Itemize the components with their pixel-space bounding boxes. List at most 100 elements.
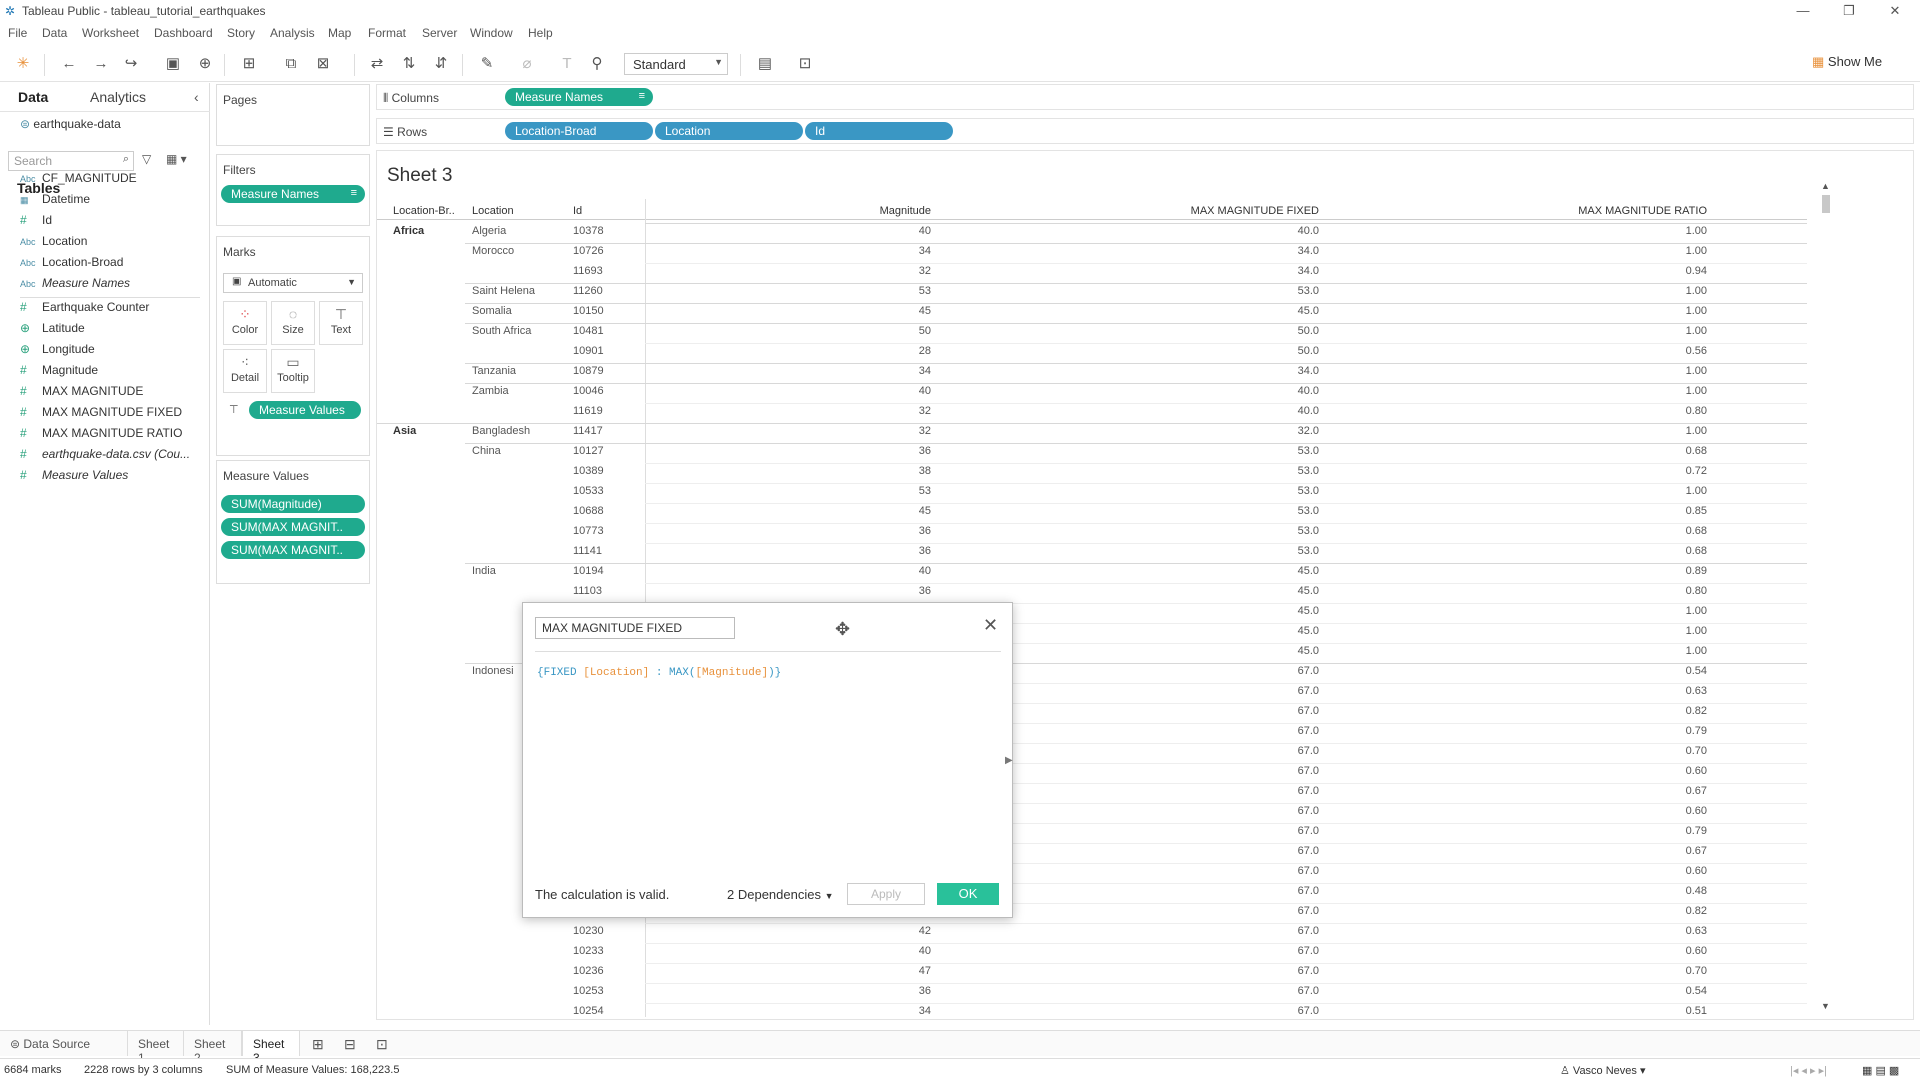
- cell-value[interactable]: 1.00: [1377, 305, 1707, 317]
- cell-location[interactable]: South Africa: [472, 325, 572, 337]
- cell-location-broad[interactable]: Asia: [393, 425, 463, 437]
- field-item[interactable]: # earthquake-data.csv (Cou...: [20, 447, 208, 465]
- cell-location[interactable]: Somalia: [472, 305, 572, 317]
- cell-id[interactable]: 10688: [573, 505, 633, 517]
- header-location-broad[interactable]: Location-Br..: [393, 205, 455, 217]
- text-button[interactable]: ⊤ Text: [319, 301, 363, 345]
- field-item[interactable]: ⊕ Latitude: [20, 321, 208, 339]
- calc-formula-editor[interactable]: {FIXED [Location] : MAX([Magnitude])}: [537, 667, 781, 679]
- cell-id[interactable]: 10773: [573, 525, 633, 537]
- cell-value[interactable]: 0.79: [1377, 725, 1707, 737]
- cell-value[interactable]: 45: [777, 305, 931, 317]
- minimize-icon[interactable]: —: [1788, 2, 1818, 20]
- pages-shelf[interactable]: Pages: [216, 84, 370, 146]
- cell-value[interactable]: 67.0: [1077, 865, 1319, 877]
- cell-location[interactable]: Bangladesh: [472, 425, 572, 437]
- menu-map[interactable]: Map: [328, 26, 351, 40]
- scroll-thumb[interactable]: [1822, 195, 1830, 213]
- cell-value[interactable]: 0.89: [1377, 565, 1707, 577]
- sheet-view-icon[interactable]: ▦ ▤ ▩: [1862, 1064, 1899, 1077]
- color-button[interactable]: ⁘ Color: [223, 301, 267, 345]
- cell-id[interactable]: 10879: [573, 365, 633, 377]
- cell-value[interactable]: 0.82: [1377, 905, 1707, 917]
- calc-name-input[interactable]: MAX MAGNITUDE FIXED: [535, 617, 735, 639]
- cell-id[interactable]: 10533: [573, 485, 633, 497]
- cell-value[interactable]: 1.00: [1377, 225, 1707, 237]
- cell-value[interactable]: 67.0: [1077, 805, 1319, 817]
- cell-value[interactable]: 45.0: [1077, 585, 1319, 597]
- cell-value[interactable]: 67.0: [1077, 705, 1319, 717]
- cell-value[interactable]: 28: [777, 345, 931, 357]
- filter-icon[interactable]: ▽: [142, 152, 151, 166]
- field-item[interactable]: Abc Location-Broad: [20, 255, 208, 273]
- cell-value[interactable]: 34: [777, 1005, 931, 1017]
- new-worksheet-icon[interactable]: ⊞: [238, 54, 260, 74]
- filter-pill-measure-names[interactable]: Measure Names ≡: [221, 185, 365, 203]
- cell-value[interactable]: 36: [777, 985, 931, 997]
- cell-value[interactable]: 1.00: [1377, 625, 1707, 637]
- cell-id[interactable]: 10236: [573, 965, 633, 977]
- menu-server[interactable]: Server: [422, 26, 457, 40]
- mark-type-select[interactable]: ▣ Automatic ▼: [223, 273, 363, 293]
- cell-value[interactable]: 67.0: [1077, 685, 1319, 697]
- cell-value[interactable]: 32.0: [1077, 425, 1319, 437]
- restore-icon[interactable]: ❐: [1834, 2, 1864, 20]
- cell-location-broad[interactable]: Africa: [393, 225, 463, 237]
- cell-value[interactable]: 53: [777, 285, 931, 297]
- filters-shelf[interactable]: Filters Measure Names ≡: [216, 154, 370, 226]
- cell-value[interactable]: 53.0: [1077, 445, 1319, 457]
- cell-value[interactable]: 67.0: [1077, 825, 1319, 837]
- label-icon[interactable]: T: [556, 54, 578, 74]
- cell-value[interactable]: 36: [777, 525, 931, 537]
- cell-id[interactable]: 10901: [573, 345, 633, 357]
- cell-value[interactable]: 45.0: [1077, 625, 1319, 637]
- header-max-magnitude-fixed[interactable]: MAX MAGNITUDE FIXED: [1077, 205, 1319, 217]
- cell-value[interactable]: 0.63: [1377, 685, 1707, 697]
- view-options-icon[interactable]: ▦ ▾: [166, 152, 187, 166]
- cell-value[interactable]: 38: [777, 465, 931, 477]
- cell-value[interactable]: 40: [777, 385, 931, 397]
- mv-pill-max-magnitude-2[interactable]: SUM(MAX MAGNIT..: [221, 541, 365, 559]
- header-magnitude[interactable]: Magnitude: [777, 205, 931, 217]
- cell-id[interactable]: 10726: [573, 245, 633, 257]
- cell-value[interactable]: 53.0: [1077, 465, 1319, 477]
- cell-value[interactable]: 50.0: [1077, 325, 1319, 337]
- menu-help[interactable]: Help: [528, 26, 553, 40]
- cell-value[interactable]: 40.0: [1077, 385, 1319, 397]
- cell-value[interactable]: 67.0: [1077, 665, 1319, 677]
- show-me-button[interactable]: ▦ Show Me: [1812, 54, 1882, 74]
- cell-value[interactable]: 32: [777, 405, 931, 417]
- search-input[interactable]: Search ⌕: [8, 151, 134, 171]
- mv-pill-max-magnitude[interactable]: SUM(MAX MAGNIT..: [221, 518, 365, 536]
- cell-id[interactable]: 11141: [573, 545, 633, 557]
- field-item[interactable]: # MAX MAGNITUDE: [20, 384, 208, 402]
- cell-value[interactable]: 0.67: [1377, 785, 1707, 797]
- new-dashboard-icon[interactable]: ⊟: [344, 1036, 356, 1053]
- cell-value[interactable]: 45.0: [1077, 645, 1319, 657]
- cell-value[interactable]: 34.0: [1077, 245, 1319, 257]
- menu-format[interactable]: Format: [368, 26, 406, 40]
- new-worksheet-icon[interactable]: ⊞: [312, 1036, 324, 1053]
- highlight-icon[interactable]: ✎: [476, 54, 498, 74]
- ok-button[interactable]: OK: [937, 883, 999, 905]
- cell-value[interactable]: 53: [777, 485, 931, 497]
- cell-value[interactable]: 1.00: [1377, 325, 1707, 337]
- cell-location[interactable]: India: [472, 565, 572, 577]
- new-story-icon[interactable]: ⊡: [376, 1036, 388, 1053]
- field-item[interactable]: # Earthquake Counter: [20, 300, 208, 318]
- cell-value[interactable]: 0.80: [1377, 405, 1707, 417]
- cell-value[interactable]: 45.0: [1077, 565, 1319, 577]
- cell-value[interactable]: 40: [777, 225, 931, 237]
- sort-descending-icon[interactable]: ⇵: [430, 54, 452, 74]
- menu-analysis[interactable]: Analysis: [270, 26, 315, 40]
- tab-sheet-1[interactable]: Sheet 1: [128, 1031, 184, 1065]
- cell-value[interactable]: 0.94: [1377, 265, 1707, 277]
- redo-icon[interactable]: →: [90, 54, 112, 74]
- cell-value[interactable]: 0.51: [1377, 1005, 1707, 1017]
- cell-location[interactable]: China: [472, 445, 572, 457]
- cell-location[interactable]: Saint Helena: [472, 285, 572, 297]
- cell-id[interactable]: 11103: [573, 585, 633, 597]
- cell-value[interactable]: 53.0: [1077, 505, 1319, 517]
- menu-story[interactable]: Story: [227, 26, 255, 40]
- header-id[interactable]: Id: [573, 205, 582, 217]
